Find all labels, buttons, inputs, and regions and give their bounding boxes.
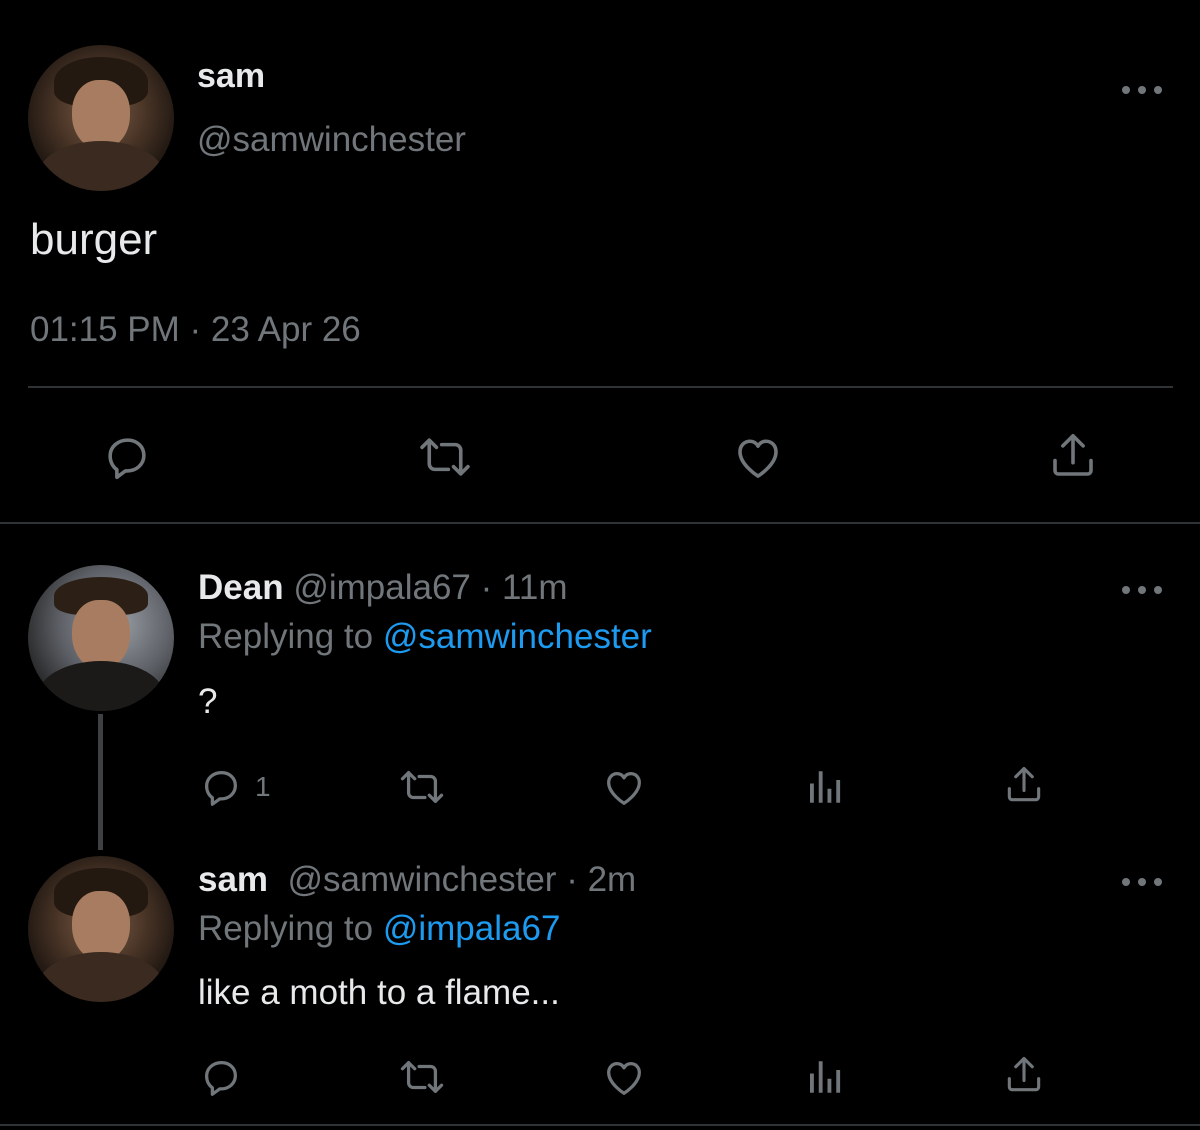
replying-to-line: Replying to @samwinchester — [198, 617, 652, 657]
more-options-icon[interactable] — [1122, 872, 1162, 892]
share-icon[interactable] — [1046, 428, 1100, 484]
reply-display-name[interactable]: Dean — [198, 568, 284, 607]
more-options-icon[interactable] — [1122, 80, 1162, 100]
reply-text: like a moth to a flame... — [198, 973, 560, 1012]
replying-to-link[interactable]: @impala67 — [383, 909, 561, 948]
thread-line — [98, 714, 103, 850]
separator: · — [480, 568, 493, 607]
main-tweet-timestamp[interactable]: 01:15 PM · 23 Apr 26 — [30, 310, 361, 350]
tweet-thread-page: sam @samwinchester burger 01:15 PM · 23 … — [0, 0, 1200, 1130]
reply-icon[interactable] — [100, 430, 154, 484]
divider — [28, 386, 1173, 388]
like-icon[interactable] — [600, 764, 648, 810]
reply-icon[interactable] — [198, 1054, 244, 1100]
main-tweet-handle[interactable]: @samwinchester — [197, 120, 466, 160]
analytics-icon[interactable] — [803, 766, 845, 808]
main-tweet-text: burger — [30, 215, 158, 264]
replying-to-line: Replying to @impala67 — [198, 909, 560, 949]
reply-handle[interactable]: @samwinchester — [288, 860, 557, 899]
more-options-icon[interactable] — [1122, 580, 1162, 600]
reply-text: ? — [198, 682, 218, 721]
analytics-icon[interactable] — [803, 1056, 845, 1098]
separator: · — [566, 860, 578, 899]
like-icon[interactable] — [600, 1054, 648, 1100]
reply-icon[interactable] — [198, 764, 244, 810]
replying-to-link[interactable]: @samwinchester — [383, 617, 652, 656]
reply-time[interactable]: 11m — [502, 568, 568, 607]
share-icon[interactable] — [1002, 762, 1046, 808]
sam-avatar[interactable] — [28, 45, 174, 191]
dean-avatar[interactable] — [28, 565, 174, 711]
replying-to-label: Replying to — [198, 617, 374, 656]
reply-count: 1 — [255, 771, 271, 802]
retweet-icon[interactable] — [415, 430, 475, 484]
retweet-icon[interactable] — [396, 1054, 448, 1100]
reply-header: sam @samwinchester · 2m — [198, 860, 636, 900]
replying-to-label: Replying to — [198, 909, 374, 948]
reply-display-name[interactable]: sam — [198, 860, 268, 899]
main-tweet-display-name[interactable]: sam — [197, 57, 265, 96]
divider — [0, 1124, 1200, 1126]
retweet-icon[interactable] — [396, 764, 448, 810]
sam-avatar[interactable] — [28, 856, 174, 1002]
share-icon[interactable] — [1002, 1052, 1046, 1098]
divider — [0, 522, 1200, 524]
reply-time[interactable]: 2m — [588, 860, 637, 899]
like-icon[interactable] — [730, 430, 786, 484]
reply-header: Dean @impala67 · 11m — [198, 568, 568, 608]
reply-handle[interactable]: @impala67 — [293, 568, 471, 607]
